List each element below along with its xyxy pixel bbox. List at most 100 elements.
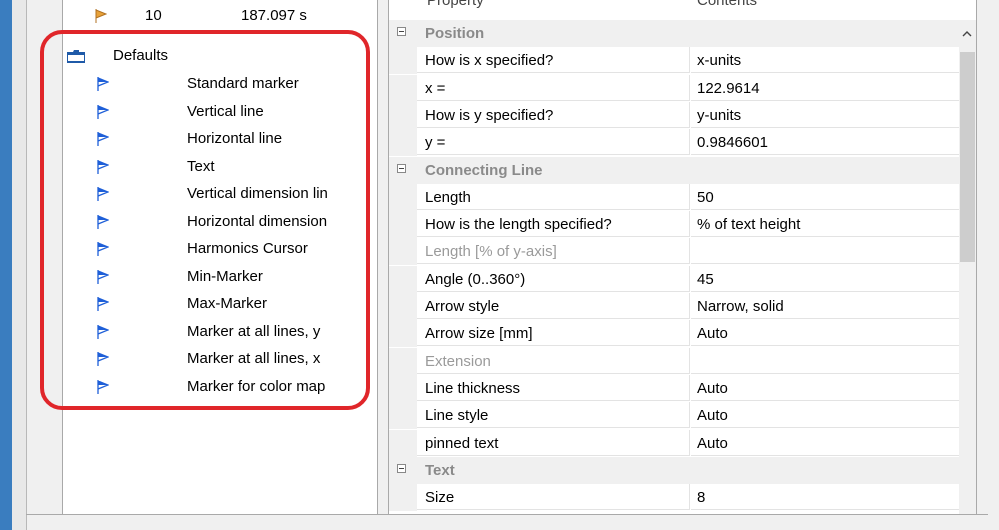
tree-item-label: Marker at all lines, x [187,350,321,367]
property-name: Extension [417,347,690,374]
grid-property-row[interactable]: Arrow size [mm] Auto [389,320,959,348]
row-gutter [389,74,417,102]
property-name: Line style [417,402,690,429]
tree-item[interactable]: Horizontal line [63,127,377,151]
property-name: Arrow style [417,293,690,319]
grid-property-row[interactable]: Extension [389,347,959,375]
property-name: Size [417,484,690,511]
tree-item[interactable]: Max-Marker [63,292,377,316]
property-name: Length [417,183,690,210]
blue-flag-icon [97,214,109,229]
orange-flag-icon [95,9,107,23]
tree-item-label: Marker for color map [187,377,326,395]
grid-property-row[interactable]: Line style Auto [389,402,959,430]
scroll-thumb[interactable] [960,52,975,262]
collapse-toggle-icon[interactable] [397,163,406,173]
tree-item-label: Vertical dimension lin [187,185,328,202]
property-value[interactable]: Auto [691,430,959,456]
grid-property-row[interactable]: Arrow style Narrow, solid [389,293,959,320]
row-gutter [389,429,417,457]
tree-item[interactable]: Marker at all lines, x [63,347,377,371]
blue-flag-icon [97,324,109,339]
tree-item[interactable]: Text [63,155,377,179]
tree-item-label: Text [187,157,215,175]
tree-item-label: Standard marker [187,75,299,92]
tree-folder-label: Defaults [113,47,169,64]
property-value[interactable]: 8 [691,484,959,511]
tree-item-label: Harmonics Cursor [187,240,308,257]
blue-flag-icon [97,104,109,119]
tree-item[interactable]: Min-Marker [63,265,377,289]
collapse-toggle-icon[interactable] [397,463,406,473]
grid-property-row[interactable]: How is x specified? x-units [389,47,959,75]
row-gutter [389,293,417,320]
grid-property-row[interactable]: Length [% of y-axis] [389,238,959,266]
grid-category-row[interactable]: Position [389,20,959,47]
blue-flag-icon [97,187,109,201]
grid-category-row[interactable]: Text [389,456,959,484]
property-value[interactable]: % of text height [691,211,959,238]
blue-flag-icon [97,352,109,366]
grid-property-row[interactable]: pinned text Auto [389,429,959,457]
category-label: Connecting Line [425,161,543,179]
tree-item[interactable]: Vertical dimension lin [63,182,377,206]
grid-property-row[interactable]: x = 122.9614 [389,74,959,102]
grid-property-row[interactable]: How is y specified? y-units [389,101,959,129]
property-name: Arrow size [mm] [417,320,690,347]
blue-flag-icon [97,132,109,146]
grid-property-row[interactable]: Size 8 [389,484,959,512]
property-value[interactable]: Auto [691,320,959,347]
tree-item[interactable]: Marker at all lines, y [63,320,377,344]
row-gutter [389,320,417,348]
row-gutter [389,211,417,239]
property-value [691,238,959,265]
grid-category-row[interactable]: Connecting Line [389,156,959,184]
row-gutter [389,265,417,293]
row-gutter [389,374,417,402]
tree-folder-defaults[interactable]: Defaults [63,44,377,68]
tree-item[interactable]: Horizontal dimension [63,210,377,234]
property-value[interactable]: Auto [691,402,959,429]
header-contents: Contents [697,0,758,9]
bottom-border [26,514,988,515]
grid-property-row[interactable]: Angle (0..360°) 45 [389,265,959,293]
grid-property-row[interactable]: How is the length specified?% of text he… [389,211,959,239]
tree-item-label: Horizontal line [187,130,283,147]
property-value[interactable]: Auto [691,375,959,401]
row-gutter [389,484,417,512]
left-window-edge [0,0,12,530]
grid-property-row[interactable]: Length 50 [389,183,959,211]
tree-item-label: Vertical line [187,102,264,120]
tree-item-label: Horizontal dimension [187,212,328,230]
vertical-scrollbar[interactable] [959,20,976,514]
blue-flag-icon [97,297,109,311]
property-value[interactable]: y-units [691,102,959,128]
tree-row-partial[interactable]: 10 187.097 s [63,4,377,28]
blue-flag-icon [97,77,109,91]
tree-item[interactable]: Harmonics Cursor [63,237,377,261]
property-name: How is y specified? [417,101,690,128]
property-name: y = [417,129,690,156]
grid-property-row[interactable]: Line thickness Auto [389,374,959,402]
property-value[interactable]: 45 [691,266,959,292]
tree-item[interactable]: Marker for color map [63,375,377,399]
marker-tree-panel: 10 187.097 s Defaults Standard marker Ver… [62,0,378,515]
grid-property-row[interactable]: y = 0.9846601 [389,129,959,157]
scroll-up-arrow-icon[interactable] [962,30,972,38]
tree-item[interactable]: Vertical line [63,100,377,124]
row-gutter [389,347,417,375]
property-value[interactable]: x-units [691,47,959,74]
grid-header: Property Contents [389,0,959,21]
property-name: Line thickness [417,374,690,401]
tree-item[interactable]: Standard marker [63,72,377,96]
property-value[interactable]: Narrow, solid [691,293,959,319]
tree-row-time: 187.097 s [241,7,307,24]
property-value[interactable]: 50 [691,184,959,210]
folder-icon [67,50,85,63]
blue-flag-icon [97,379,109,394]
property-name: pinned text [417,429,690,456]
left-splitter[interactable] [12,0,27,530]
property-value[interactable]: 0.9846601 [691,129,959,156]
collapse-toggle-icon[interactable] [397,27,406,36]
property-value[interactable]: 122.9614 [691,75,959,101]
